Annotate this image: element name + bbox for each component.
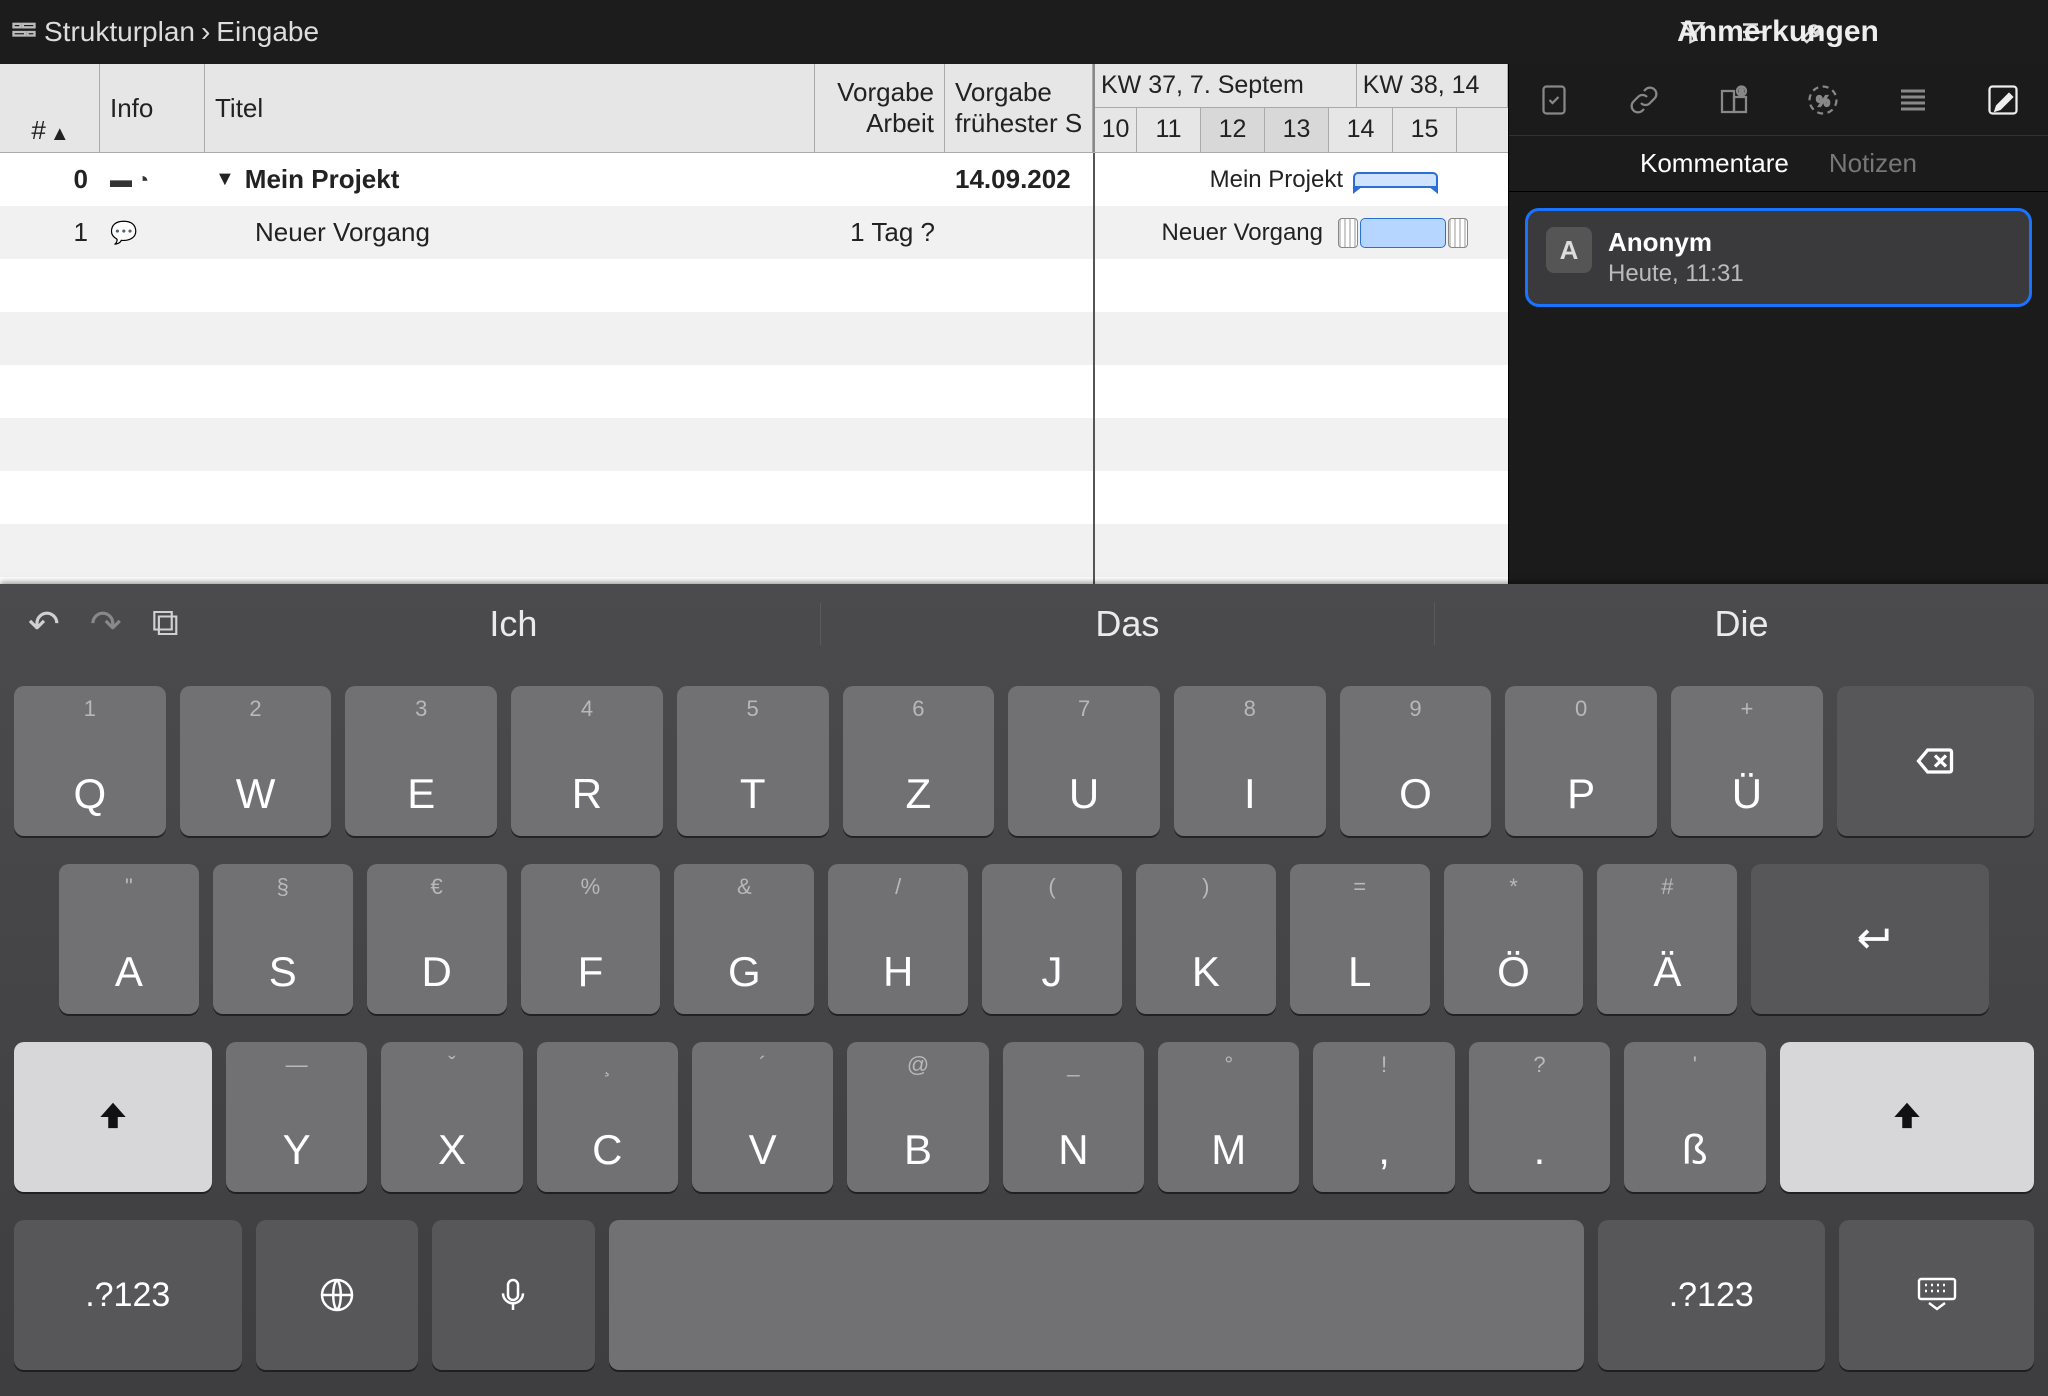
crumb-current: Eingabe	[216, 16, 319, 48]
comment-time: Heute, 11:31	[1608, 260, 1744, 288]
redo-icon[interactable]: ↷	[90, 602, 122, 647]
key-w[interactable]: 2W	[180, 686, 332, 836]
key-ü[interactable]: +Ü	[1671, 686, 1823, 836]
key-k[interactable]: )K	[1136, 864, 1276, 1014]
suggestion[interactable]: Die	[1434, 603, 2048, 645]
key-v[interactable]: ´V	[692, 1042, 833, 1192]
key-y[interactable]: —Y	[226, 1042, 367, 1192]
key-i[interactable]: 8I	[1174, 686, 1326, 836]
backspace-key[interactable]	[1837, 686, 2034, 836]
key-ö[interactable]: *Ö	[1444, 864, 1584, 1014]
key-e[interactable]: 3E	[345, 686, 497, 836]
key-j[interactable]: (J	[982, 864, 1122, 1014]
onscreen-keyboard[interactable]: ↶ ↷ ⧉ Ich Das Die 1Q2W3E4R5T6Z7U8I9O0P+Ü…	[0, 584, 2048, 1396]
key-l[interactable]: =L	[1290, 864, 1430, 1014]
week-header[interactable]: KW 38, 14	[1357, 64, 1508, 107]
avatar: A	[1546, 227, 1592, 273]
globe-key[interactable]	[256, 1220, 419, 1370]
key-,[interactable]: !,	[1313, 1042, 1454, 1192]
week-header[interactable]: KW 37, 7. Septem	[1095, 64, 1357, 107]
tab-notes[interactable]: Notizen	[1829, 148, 1917, 179]
table-row[interactable]: 0 ▬ ◔ ▼ Mein Projekt 14.09.202 Mein Proj…	[0, 153, 1508, 206]
crumb-root[interactable]: Strukturplan	[44, 16, 195, 48]
shift-key[interactable]	[14, 1042, 212, 1192]
col-number[interactable]: # ▲	[0, 64, 100, 152]
gantt-label: Neuer Vorgang	[1162, 219, 1323, 247]
key-b[interactable]: @B	[847, 1042, 988, 1192]
link-icon[interactable]	[1624, 80, 1664, 120]
key-f[interactable]: %F	[521, 864, 661, 1014]
space-key[interactable]	[609, 1220, 1584, 1370]
day-header-row: 10 11 12 13 14 15	[1095, 108, 1508, 152]
numbers-key[interactable]: .?123	[1598, 1220, 1826, 1370]
mic-key[interactable]	[432, 1220, 595, 1370]
key-a[interactable]: "A	[59, 864, 199, 1014]
chevron-right-icon: ›	[201, 16, 210, 48]
key-n[interactable]: _N	[1003, 1042, 1144, 1192]
svg-text:%: %	[1817, 93, 1830, 110]
key-.[interactable]: ?.	[1469, 1042, 1610, 1192]
gantt-group-bar[interactable]	[1353, 172, 1438, 188]
key-m[interactable]: °M	[1158, 1042, 1299, 1192]
key-g[interactable]: &G	[674, 864, 814, 1014]
cost-icon[interactable]: $	[1714, 80, 1754, 120]
tab-comments[interactable]: Kommentare	[1640, 148, 1789, 179]
key-p[interactable]: 0P	[1505, 686, 1657, 836]
key-ß[interactable]: 'ß	[1624, 1042, 1765, 1192]
key-x[interactable]: ˇX	[381, 1042, 522, 1192]
key-r[interactable]: 4R	[511, 686, 663, 836]
key-ä[interactable]: #Ä	[1597, 864, 1737, 1014]
clipboard-icon[interactable]: ⧉	[152, 602, 179, 647]
key-d[interactable]: €D	[367, 864, 507, 1014]
sort-asc-icon: ▲	[50, 123, 70, 146]
hide-keyboard-key[interactable]	[1839, 1220, 2034, 1370]
numbers-key[interactable]: .?123	[14, 1220, 242, 1370]
return-key[interactable]	[1751, 864, 1989, 1014]
list-icon[interactable]	[1893, 80, 1933, 120]
clock-icon: ◔	[136, 167, 149, 193]
percent-icon[interactable]: %	[1803, 80, 1843, 120]
table-header: # ▲ Info Titel Vorgabe Arbeit Vorgabe fr…	[0, 64, 1508, 153]
comment-author: Anonym	[1608, 227, 1744, 258]
panel-title: Anmerkungen	[1508, 0, 2048, 64]
disclosure-triangle-icon[interactable]: ▼	[215, 168, 235, 191]
undo-icon[interactable]: ↶	[28, 602, 60, 647]
key-z[interactable]: 6Z	[843, 686, 995, 836]
key-s[interactable]: §S	[213, 864, 353, 1014]
suggestion[interactable]: Das	[820, 603, 1434, 645]
key-u[interactable]: 7U	[1008, 686, 1160, 836]
suggestion[interactable]: Ich	[207, 603, 820, 645]
col-info[interactable]: Info	[100, 64, 205, 152]
checklist-icon[interactable]	[1534, 80, 1574, 120]
app-icon	[10, 18, 38, 46]
folder-icon: ▬	[110, 167, 132, 193]
comment-icon[interactable]: 💬	[110, 220, 137, 246]
gantt-label: Mein Projekt	[1210, 166, 1343, 194]
gantt-task-bar[interactable]	[1338, 218, 1468, 248]
key-c[interactable]: ¸C	[537, 1042, 678, 1192]
edit-icon[interactable]	[1983, 80, 2023, 120]
col-vorgabe-arbeit[interactable]: Vorgabe Arbeit	[815, 64, 945, 152]
key-q[interactable]: 1Q	[14, 686, 166, 836]
key-o[interactable]: 9O	[1340, 686, 1492, 836]
col-title[interactable]: Titel	[205, 64, 815, 152]
col-vorgabe-start[interactable]: Vorgabe frühester S	[945, 64, 1093, 152]
key-h[interactable]: /H	[828, 864, 968, 1014]
table-row[interactable]: 1 💬 Neuer Vorgang 1 Tag ? Neuer Vorgang	[0, 206, 1508, 259]
comment-card[interactable]: A Anonym Heute, 11:31	[1525, 208, 2032, 307]
breadcrumb[interactable]: Strukturplan › Eingabe	[10, 16, 319, 48]
key-t[interactable]: 5T	[677, 686, 829, 836]
shift-key[interactable]	[1780, 1042, 2034, 1192]
